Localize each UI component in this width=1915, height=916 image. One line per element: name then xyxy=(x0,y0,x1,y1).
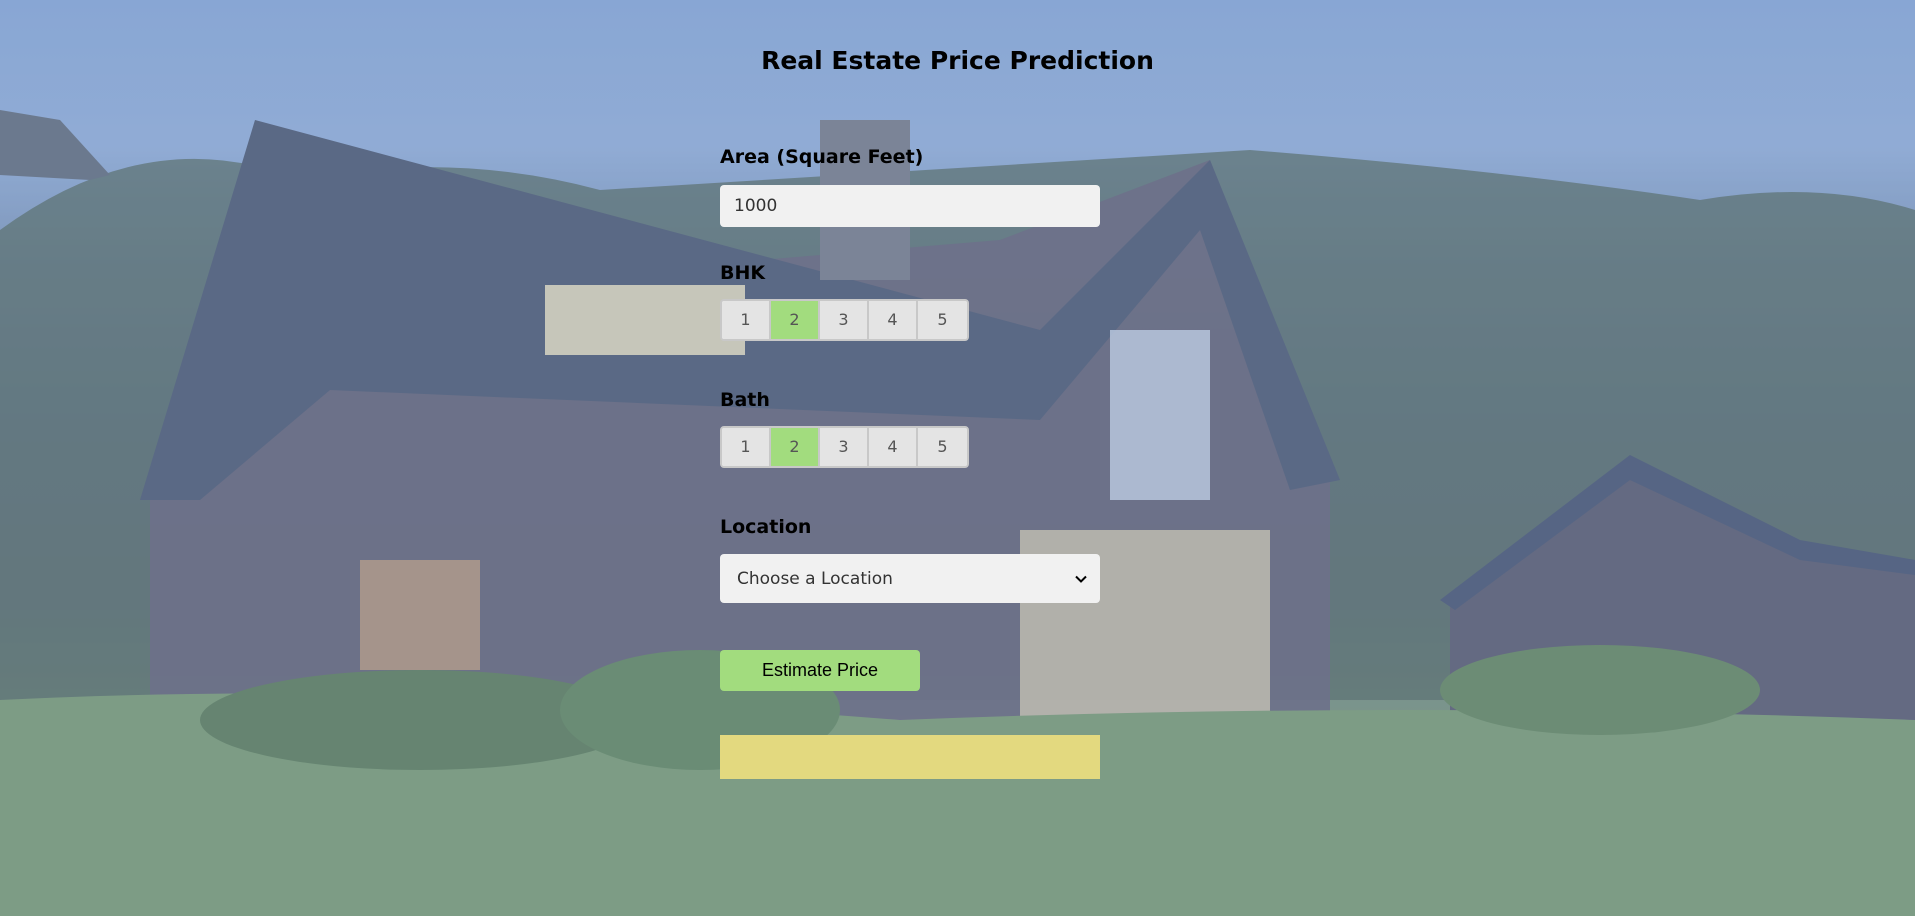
bhk-option-3[interactable]: 3 xyxy=(820,301,869,339)
bath-label: Bath xyxy=(720,389,770,411)
bath-option-5[interactable]: 5 xyxy=(918,428,967,466)
bath-option-2[interactable]: 2 xyxy=(771,428,820,466)
area-input[interactable] xyxy=(720,185,1100,227)
bhk-option-4[interactable]: 4 xyxy=(869,301,918,339)
bhk-label: BHK xyxy=(720,262,766,284)
estimated-price-result xyxy=(720,735,1100,779)
bath-switch: 1 2 3 4 5 xyxy=(720,426,969,468)
page-title: Real Estate Price Prediction xyxy=(761,46,1154,75)
bath-option-4[interactable]: 4 xyxy=(869,428,918,466)
location-select[interactable]: Choose a Location xyxy=(720,554,1100,603)
bath-option-1[interactable]: 1 xyxy=(722,428,771,466)
location-label: Location xyxy=(720,516,812,538)
bhk-option-2[interactable]: 2 xyxy=(771,301,820,339)
area-label: Area (Square Feet) xyxy=(720,146,924,168)
location-select-value: Choose a Location xyxy=(737,568,893,589)
chevron-down-icon xyxy=(1075,575,1087,583)
bath-option-3[interactable]: 3 xyxy=(820,428,869,466)
bhk-option-5[interactable]: 5 xyxy=(918,301,967,339)
bhk-option-1[interactable]: 1 xyxy=(722,301,771,339)
estimate-price-button[interactable]: Estimate Price xyxy=(720,650,920,691)
bhk-switch: 1 2 3 4 5 xyxy=(720,299,969,341)
